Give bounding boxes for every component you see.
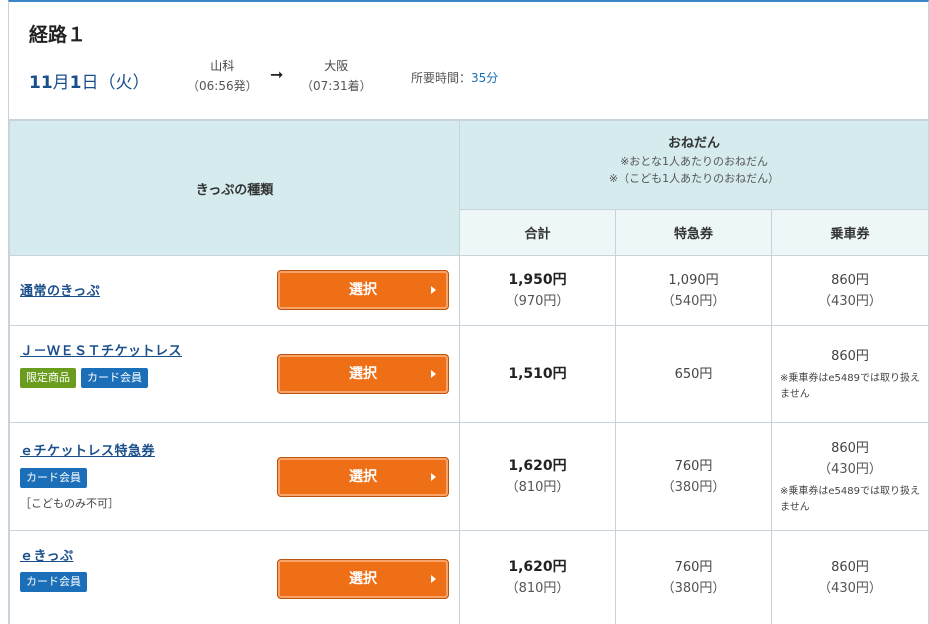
arrow-right-icon: ➞ [270, 65, 284, 84]
ticket-kind-cell: Ｊ－ＷＥＳＴチケットレス 限定商品 カード会員 選択 [9, 325, 460, 423]
express-price: 1,090円 （540円） [615, 255, 772, 326]
total-price: 1,510円 [459, 325, 616, 423]
departure-station: 山科 （06:56発） [187, 59, 258, 93]
limited-product-badge: 限定商品 [20, 368, 76, 388]
total-price: 1,620円 （810円） [459, 530, 616, 624]
route-header: 経路１ 11月1日（火） 山科 （06:56発） ➞ 大阪 （07:31着） 所… [9, 2, 928, 120]
ticket-kind-header: きっぷの種類 [9, 120, 460, 256]
select-button[interactable]: 選択 [277, 457, 449, 497]
fare-column-header: 乗車券 [770, 209, 929, 256]
fare-price: 860円 ※乗車券はe5489では取り扱えません [770, 325, 929, 423]
fare-price: 860円 （430円） ※乗車券はe5489では取り扱えません [770, 422, 929, 531]
route-panel: 経路１ 11月1日（火） 山科 （06:56発） ➞ 大阪 （07:31着） 所… [8, 0, 929, 624]
arrival-station: 大阪 （07:31着） [301, 59, 372, 93]
card-member-badge: カード会員 [81, 368, 148, 388]
caret-right-icon [431, 286, 436, 294]
ticket-kind-cell: ｅチケットレス特急券 カード会員 ［こどものみ不可］ 選択 [9, 422, 460, 531]
express-column-header: 特急券 [615, 209, 772, 256]
table-row: 通常のきっぷ 選択 1,950円 （970円） 1,090円 （540円） 86… [9, 255, 929, 326]
ticket-name-link[interactable]: 通常のきっぷ [20, 280, 100, 299]
select-button[interactable]: 選択 [277, 354, 449, 394]
select-button[interactable]: 選択 [277, 270, 449, 310]
card-member-badge: カード会員 [20, 468, 87, 488]
route-title: 経路１ [29, 24, 87, 46]
caret-right-icon [431, 370, 436, 378]
ticket-name-link[interactable]: ｅきっぷ [20, 545, 73, 564]
total-price: 1,950円 （970円） [459, 255, 616, 326]
caret-right-icon [431, 473, 436, 481]
table-row: ｅチケットレス特急券 カード会員 ［こどものみ不可］ 選択 1,620円 （81… [9, 422, 929, 531]
ticket-kind-cell: ｅきっぷ カード会員 選択 [9, 530, 460, 624]
fare-table: きっぷの種類 おねだん ※おとな1人あたりのおねだん ※（こども1人あたりのおね… [9, 120, 929, 624]
fare-price: 860円 （430円） [770, 255, 929, 326]
caret-right-icon [431, 575, 436, 583]
fare-price: 860円 （430円） [770, 530, 929, 624]
express-price: 760円 （380円） [615, 422, 772, 531]
ticket-name-link[interactable]: ｅチケットレス特急券 [20, 440, 155, 459]
travel-duration: 所要時間：35分 [411, 71, 499, 85]
price-header: おねだん ※おとな1人あたりのおねだん ※（こども1人あたりのおねだん） [458, 120, 929, 210]
card-member-badge: カード会員 [20, 572, 87, 592]
select-button[interactable]: 選択 [277, 559, 449, 599]
total-column-header: 合計 [459, 209, 616, 256]
travel-date: 11月1日（火） [29, 73, 150, 93]
total-price: 1,620円 （810円） [459, 422, 616, 531]
table-row: Ｊ－ＷＥＳＴチケットレス 限定商品 カード会員 選択 1,510円 650円 8… [9, 325, 929, 423]
ticket-name-link[interactable]: Ｊ－ＷＥＳＴチケットレス [20, 340, 182, 359]
express-price: 650円 [615, 325, 772, 423]
express-price: 760円 （380円） [615, 530, 772, 624]
table-row: ｅきっぷ カード会員 選択 1,620円 （810円） 760円 （380円） … [9, 530, 929, 624]
children-not-allowed-note: ［こどものみ不可］ [20, 497, 119, 510]
ticket-kind-cell: 通常のきっぷ 選択 [9, 255, 460, 326]
